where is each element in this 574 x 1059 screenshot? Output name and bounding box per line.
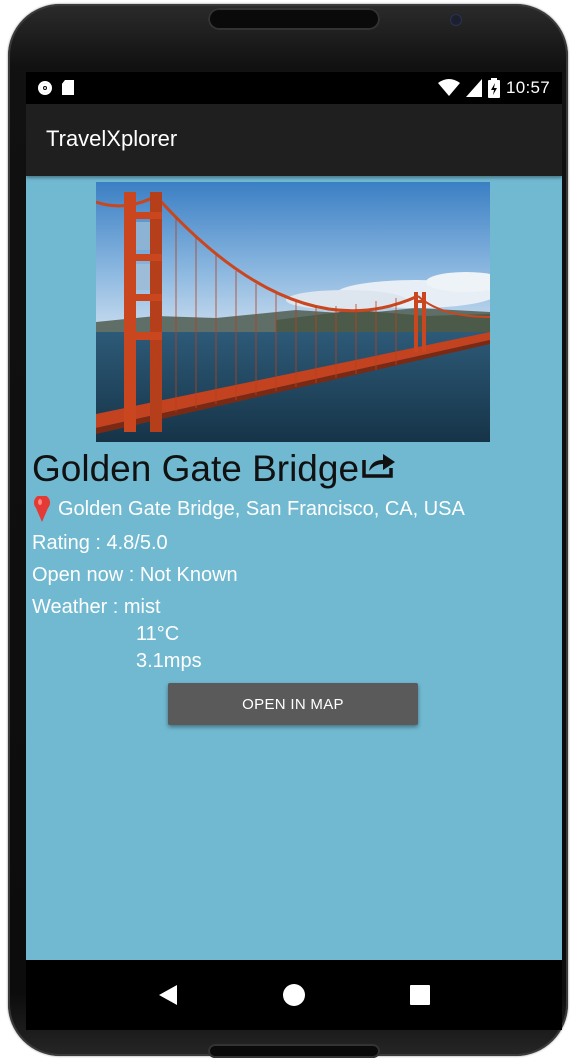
share-icon[interactable]: [361, 450, 399, 478]
front-camera: [450, 14, 462, 26]
app-screen: 10:57 TravelXplorer Golden Gate Bridge G…: [26, 72, 562, 960]
place-address: Golden Gate Bridge, San Francisco, CA, U…: [58, 497, 465, 520]
place-photo[interactable]: [96, 182, 490, 442]
place-name: Golden Gate Bridge: [32, 448, 360, 489]
earpiece-speaker: [208, 8, 380, 30]
place-title-row: Golden Gate Bridge: [32, 448, 399, 490]
map-pin-icon: [34, 496, 50, 522]
status-bar: 10:57: [26, 72, 562, 104]
app-bar: TravelXplorer: [26, 104, 562, 176]
weather-temperature: 11°C: [136, 623, 180, 645]
system-nav-bar: [26, 960, 562, 1030]
wifi-icon: [437, 79, 460, 96]
weather-condition: Weather : mist: [32, 596, 161, 618]
weather-wind-speed: 3.1mps: [136, 650, 202, 672]
recents-icon[interactable]: [409, 984, 431, 1006]
place-rating: Rating : 4.8/5.0: [32, 532, 168, 554]
record-dot-icon: [38, 80, 52, 95]
app-title: TravelXplorer: [46, 126, 178, 151]
address-row: Golden Gate Bridge, San Francisco, CA, U…: [34, 496, 465, 522]
back-icon[interactable]: [157, 983, 179, 1007]
sd-card-icon: [62, 80, 74, 95]
home-icon[interactable]: [282, 983, 306, 1007]
battery-charging-icon: [487, 78, 500, 98]
cell-signal-icon: [465, 79, 482, 97]
status-time: 10:57: [505, 78, 550, 97]
open-now-status: Open now : Not Known: [32, 564, 238, 586]
bottom-speaker: [208, 1044, 380, 1058]
open-in-map-button[interactable]: OPEN IN MAP: [168, 683, 418, 725]
